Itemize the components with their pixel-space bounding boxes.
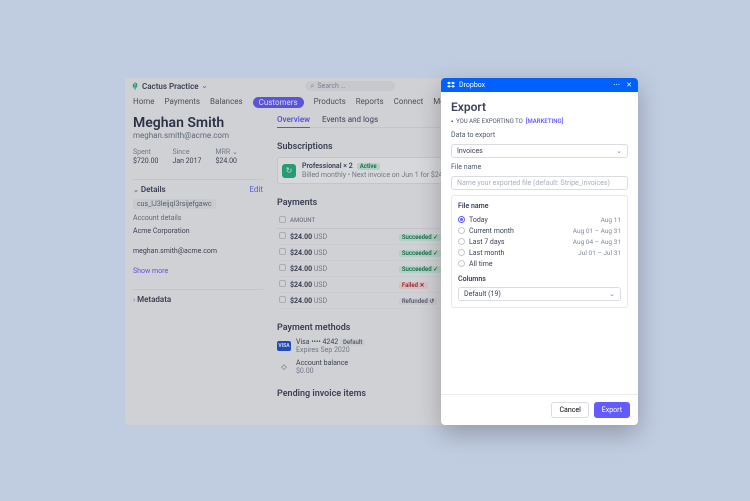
search-placeholder: Search …	[317, 82, 345, 90]
row-checkbox[interactable]	[279, 248, 286, 255]
cactus-icon	[131, 82, 139, 90]
customer-id[interactable]: cus_lJ3leijqI3rsijefgawc	[133, 199, 216, 209]
radio-icon	[458, 249, 465, 256]
wallet-icon: ◇	[277, 363, 291, 371]
filename-input[interactable]: Name your exported file (default: Stripe…	[451, 176, 628, 190]
range-option[interactable]: TodayAug 11	[458, 214, 621, 225]
range-title: File name	[458, 202, 621, 210]
default-badge: Default	[340, 339, 365, 346]
brand-name: Cactus Practice	[142, 82, 199, 91]
nav-customers[interactable]: Customers	[253, 97, 304, 108]
customer-email[interactable]: meghan.smith@acme.com	[133, 131, 263, 140]
customer-email2: meghan.smith@acme.com	[133, 247, 263, 255]
chevron-right-icon: ›	[133, 296, 135, 304]
chevron-down-icon: ⌄	[202, 82, 208, 90]
cancel-button[interactable]: Cancel	[551, 402, 588, 418]
modal-title: Export	[441, 92, 638, 116]
destination-link[interactable]: [MARKETING]	[526, 118, 563, 125]
columns-select[interactable]: Default (19)⌄	[458, 287, 621, 301]
status-badge: Failed ✕	[399, 282, 428, 289]
row-checkbox[interactable]	[279, 264, 286, 271]
range-option[interactable]: Last monthJul 01 – Jul 31	[458, 247, 621, 258]
status-badge: Succeeded ✓	[399, 266, 441, 273]
filename-label: File name	[451, 163, 628, 171]
radio-icon	[458, 238, 465, 245]
export-button[interactable]: Export	[594, 402, 630, 418]
status-badge: Succeeded ✓	[399, 250, 441, 257]
chevron-down-icon[interactable]: ⌄	[232, 148, 238, 156]
customer-stats: Spent$720.00 SinceJan 2017 MRR ⌄$24.00	[133, 148, 263, 165]
range-box: File name TodayAug 11Current monthAug 01…	[451, 195, 628, 308]
details-section: ⌄ Details Edit	[133, 179, 263, 194]
customer-sidebar: Meghan Smith meghan.smith@acme.com Spent…	[133, 115, 263, 399]
search-input[interactable]: ⌕ Search …	[305, 81, 395, 91]
radio-icon	[458, 260, 465, 267]
modal-titlebar: Dropbox ⋯ ✕	[441, 78, 638, 92]
dropbox-icon	[447, 81, 455, 89]
nav-connect[interactable]: Connect	[394, 97, 424, 108]
status-badge: Active	[357, 163, 380, 170]
range-option[interactable]: Current monthAug 01 – Aug 31	[458, 225, 621, 236]
radio-icon	[458, 216, 465, 223]
select-chevron-icon: ⌄	[609, 290, 615, 298]
refresh-icon: ↻	[282, 164, 296, 178]
select-all-checkbox[interactable]	[279, 216, 286, 223]
row-checkbox[interactable]	[279, 232, 286, 239]
show-more-link[interactable]: Show more	[133, 267, 263, 275]
columns-label: Columns	[458, 275, 621, 283]
range-option[interactable]: All time	[458, 258, 621, 269]
folder-icon: ▪	[451, 118, 453, 125]
search-icon: ⌕	[310, 82, 314, 91]
edit-link[interactable]: Edit	[249, 185, 263, 194]
row-checkbox[interactable]	[279, 280, 286, 287]
modal-footer: Cancel Export	[441, 394, 638, 425]
nav-payments[interactable]: Payments	[165, 97, 201, 108]
card-brand-icon: VISA	[277, 341, 291, 351]
more-icon[interactable]: ⋯	[613, 81, 620, 89]
tab-events[interactable]: Events and logs	[322, 115, 378, 124]
status-badge: Refunded ↺	[399, 298, 437, 305]
status-badge: Succeeded ✓	[399, 234, 441, 241]
data-label: Data to export	[451, 131, 628, 139]
metadata-section[interactable]: › Metadata	[133, 289, 263, 304]
export-modal: Dropbox ⋯ ✕ Export ▪ YOU ARE EXPORTING T…	[441, 78, 638, 425]
chevron-down-icon[interactable]: ⌄	[133, 186, 139, 194]
select-chevron-icon: ⌄	[616, 147, 622, 155]
nav-products[interactable]: Products	[314, 97, 346, 108]
nav-home[interactable]: Home	[133, 97, 155, 108]
radio-icon	[458, 227, 465, 234]
account-details-label: Account details	[133, 214, 263, 222]
data-select[interactable]: Invoices⌄	[451, 144, 628, 158]
nav-reports[interactable]: Reports	[356, 97, 384, 108]
modal-app-name: Dropbox	[459, 81, 485, 89]
tab-overview[interactable]: Overview	[277, 115, 310, 128]
account-name: Acme Corporation	[133, 227, 263, 235]
customer-name: Meghan Smith	[133, 115, 263, 131]
brand-switcher[interactable]: Cactus Practice ⌄	[131, 82, 207, 91]
nav-balances[interactable]: Balances	[210, 97, 243, 108]
export-destination: ▪ YOU ARE EXPORTING TO [MARKETING]	[441, 116, 638, 131]
range-option[interactable]: Last 7 daysAug 04 – Aug 31	[458, 236, 621, 247]
close-icon[interactable]: ✕	[626, 81, 632, 89]
row-checkbox[interactable]	[279, 296, 286, 303]
